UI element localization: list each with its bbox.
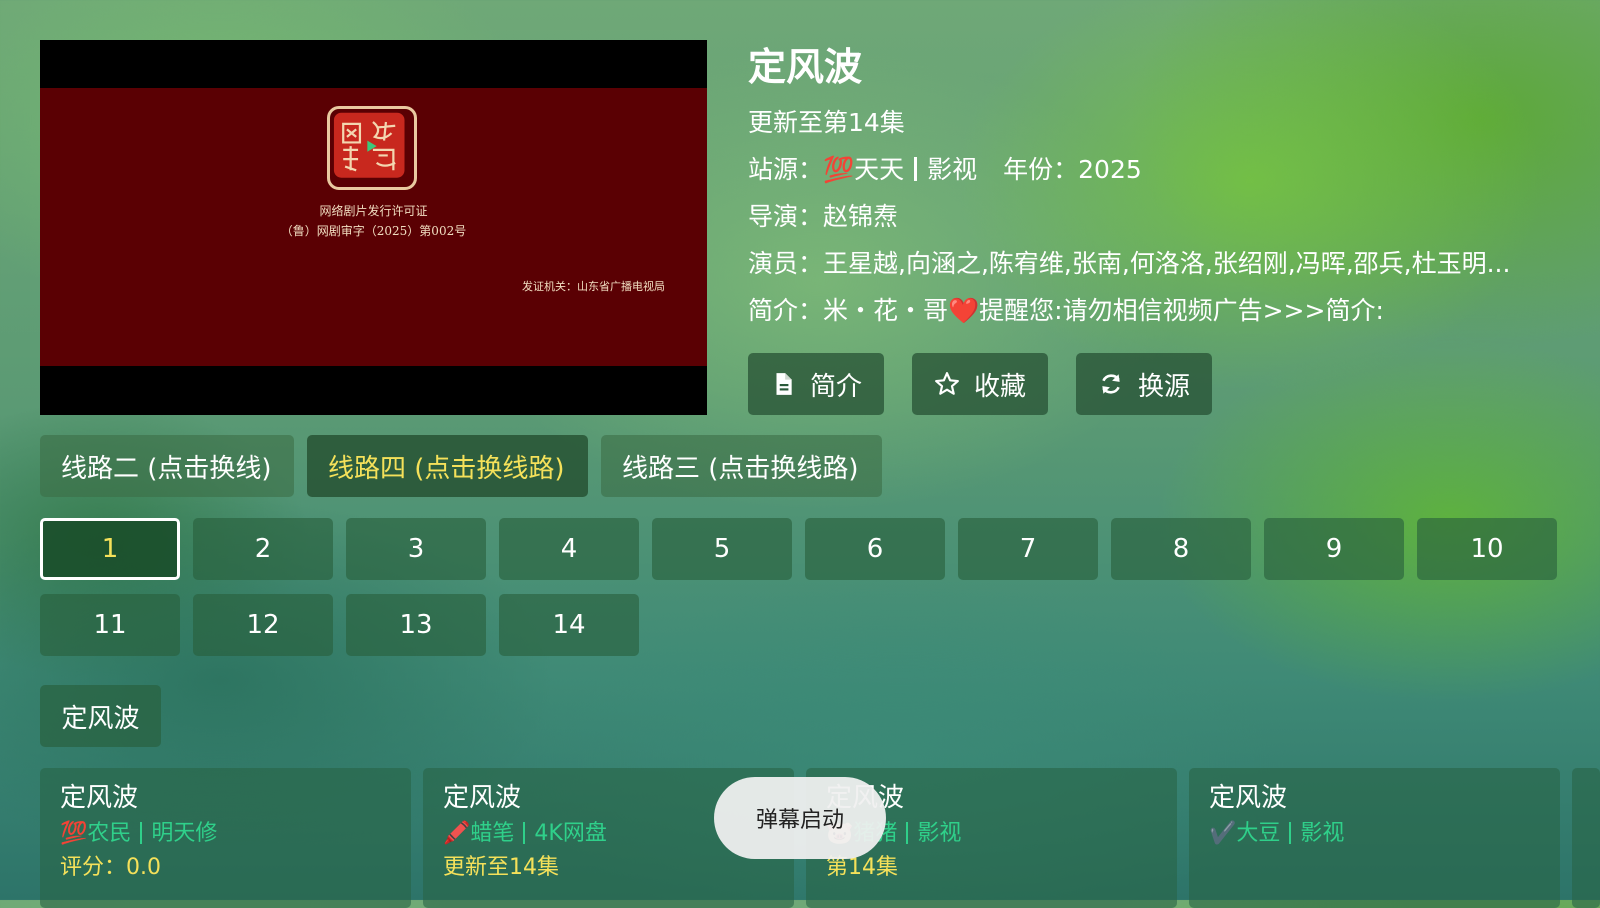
source-emoji-icon: 💯 [823, 155, 855, 184]
intro-text: 提醒您:请勿相信视频广告>>>简介: [979, 296, 1384, 325]
poster-image[interactable]: 网络剧片发行许可证 （鲁）网剧审字（2025）第002号 发证机关：山东省广播电… [40, 40, 707, 415]
episode-button[interactable]: 14 [499, 594, 639, 656]
year-label: 年份： [1003, 155, 1079, 184]
danmaku-toast: 弹幕启动 [714, 777, 886, 859]
director-value: 赵锦焘 [823, 202, 899, 231]
card-title: 定风波 [60, 783, 139, 813]
source-year-line: 站源：💯天天 影视 年份：2025 [748, 153, 1142, 187]
card-source: 💯农民 明天修 [60, 816, 391, 852]
line-tab-3[interactable]: 线路三 (点击换线路) [601, 435, 882, 497]
intro-label: 简介： [748, 296, 824, 325]
episode-button[interactable]: 3 [346, 518, 486, 580]
related-section-tab[interactable]: 定风波 [40, 685, 161, 747]
director-line: 导演：赵锦焘 [748, 200, 898, 234]
year-value: 2025 [1078, 155, 1142, 184]
refresh-icon [1102, 374, 1120, 394]
cast-label: 演员： [748, 249, 824, 278]
intro-line: 简介：米・花・哥❤️提醒您:请勿相信视频广告>>>简介: [748, 294, 1384, 328]
divider [523, 822, 526, 844]
line-tab-2[interactable]: 线路二 (点击换线) [40, 435, 294, 497]
card-source-name: 农民 [87, 821, 132, 846]
divider [914, 157, 918, 181]
related-card[interactable]: 定风波 ✔️大豆 影视 [1189, 768, 1560, 908]
episode-button[interactable]: 6 [805, 518, 945, 580]
card-meta: 第14集 [826, 855, 898, 880]
intro-prefix: 米・花・哥 [823, 296, 949, 325]
episode-button[interactable]: 7 [958, 518, 1098, 580]
cast-value: 王星越,向涵之,陈宥维,张南,何洛洛,张绍刚,冯晖,邵兵,杜玉明... [823, 249, 1511, 278]
favorite-button[interactable]: 收藏 [912, 353, 1048, 415]
card-source: ✔️大豆 影视 [1209, 816, 1540, 852]
episode-button[interactable]: 2 [193, 518, 333, 580]
divider [140, 822, 143, 844]
network-audiovisual-seal-logo [327, 106, 417, 190]
line-tab-4[interactable]: 线路四 (点击换线路) [307, 435, 588, 497]
update-status: 更新至第14集 [748, 108, 905, 137]
license-title: 网络剧片发行许可证 [319, 204, 428, 218]
cast-line: 演员：王星越,向涵之,陈宥维,张南,何洛洛,张绍刚,冯晖,邵兵,杜玉明... [748, 247, 1510, 281]
episode-button[interactable]: 1 [40, 518, 180, 580]
card-source-emoji-icon: 💯 [60, 821, 88, 846]
related-card[interactable]: 定风波 💯农民 明天修 评分：0.0 [40, 768, 411, 908]
intro-button-label: 简介 [810, 371, 863, 402]
card-source-name: 大豆 [1236, 821, 1281, 846]
episode-button[interactable]: 9 [1264, 518, 1404, 580]
episode-button[interactable]: 4 [499, 518, 639, 580]
card-source-type: 影视 [1300, 821, 1345, 846]
related-card-partial[interactable] [1572, 768, 1600, 908]
switch-source-button-label: 换源 [1138, 371, 1191, 402]
video-title: 定风波 [748, 45, 863, 89]
switch-source-button[interactable]: 换源 [1076, 353, 1212, 415]
document-icon [776, 373, 792, 395]
divider [906, 822, 909, 844]
divider [1289, 822, 1292, 844]
episode-button[interactable]: 8 [1111, 518, 1251, 580]
episode-button[interactable]: 12 [193, 594, 333, 656]
license-issuer: 发证机关：山东省广播电视局 [522, 280, 665, 293]
card-source-name: 蜡笔 [470, 821, 515, 846]
episode-button[interactable]: 10 [1417, 518, 1557, 580]
card-source-type: 4K网盘 [534, 821, 607, 846]
director-label: 导演： [748, 202, 824, 231]
intro-button[interactable]: 简介 [748, 353, 884, 415]
episode-button[interactable]: 13 [346, 594, 486, 656]
card-meta: 更新至14集 [443, 855, 559, 880]
star-icon [935, 372, 959, 395]
episode-button[interactable]: 11 [40, 594, 180, 656]
card-source-type: 影视 [917, 821, 962, 846]
card-source-emoji-icon: 🖍️ [443, 821, 471, 846]
source-name: 天天 [854, 155, 905, 184]
card-source-emoji-icon: ✔️ [1209, 821, 1237, 846]
card-meta: 评分：0.0 [60, 855, 161, 880]
license-number: （鲁）网剧审字（2025）第002号 [280, 224, 467, 238]
episode-button[interactable]: 5 [652, 518, 792, 580]
card-source-type: 明天修 [151, 821, 218, 846]
source-label: 站源： [748, 155, 824, 184]
favorite-button-label: 收藏 [974, 371, 1027, 402]
card-title: 定风波 [1209, 783, 1288, 813]
heart-icon: ❤️ [948, 296, 980, 325]
source-type: 影视 [927, 155, 978, 184]
